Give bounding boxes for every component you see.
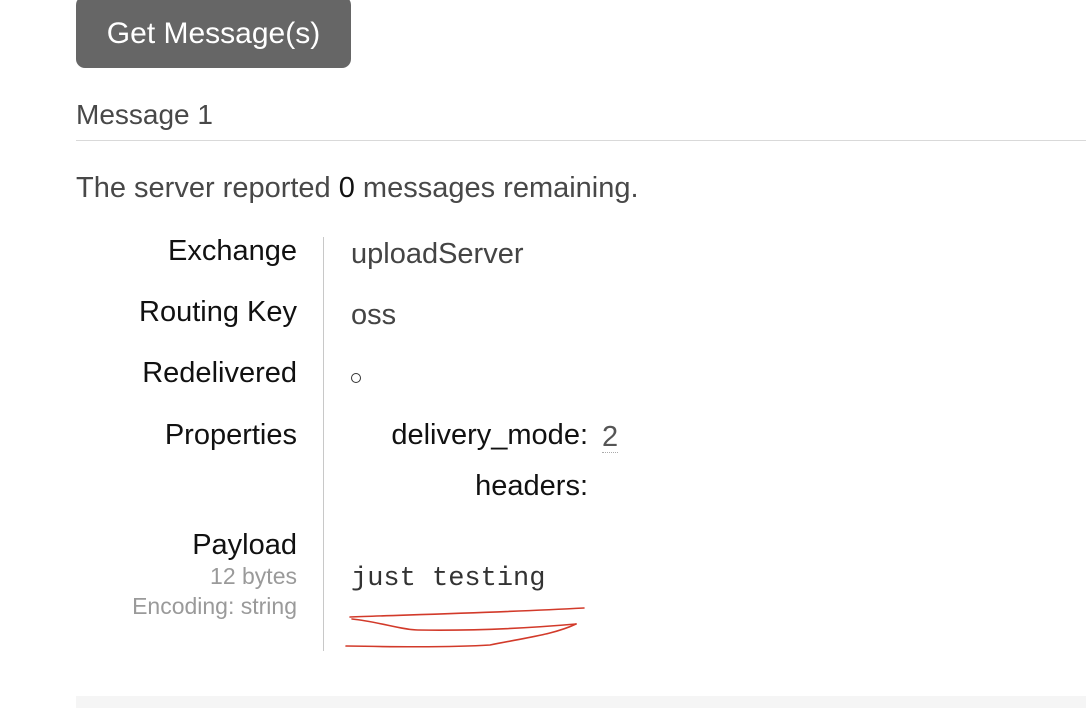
- summary-prefix: The server reported: [76, 172, 339, 204]
- exchange-label: Exchange: [168, 235, 297, 267]
- routing-key-value: oss: [351, 299, 397, 331]
- payload-encoding: Encoding: string: [132, 593, 297, 619]
- messages-remaining-summary: The server reported 0 messages remaining…: [76, 172, 639, 205]
- red-annotation-scribble: [345, 607, 585, 648]
- delivery-mode-key: delivery_mode:: [391, 419, 588, 451]
- footer-panel: [76, 696, 1086, 708]
- remaining-count: 0: [338, 172, 355, 204]
- heading-divider: [76, 140, 1086, 141]
- delivery-mode-value: 2: [602, 421, 619, 453]
- redelivered-false-icon: [351, 373, 361, 383]
- headers-key: headers:: [475, 470, 588, 502]
- exchange-value: uploadServer: [351, 238, 524, 270]
- message-heading: Message 1: [76, 99, 213, 130]
- summary-suffix: messages remaining.: [354, 172, 639, 204]
- properties-label: Properties: [164, 419, 297, 451]
- details-divider: [323, 237, 324, 651]
- redelivered-label: Redelivered: [142, 357, 297, 389]
- routing-key-label: Routing Key: [139, 296, 297, 328]
- payload-label: Payload: [192, 529, 297, 561]
- payload-value: just testing: [351, 564, 546, 594]
- get-messages-button[interactable]: Get Message(s): [76, 0, 351, 68]
- payload-size: 12 bytes: [210, 563, 297, 589]
